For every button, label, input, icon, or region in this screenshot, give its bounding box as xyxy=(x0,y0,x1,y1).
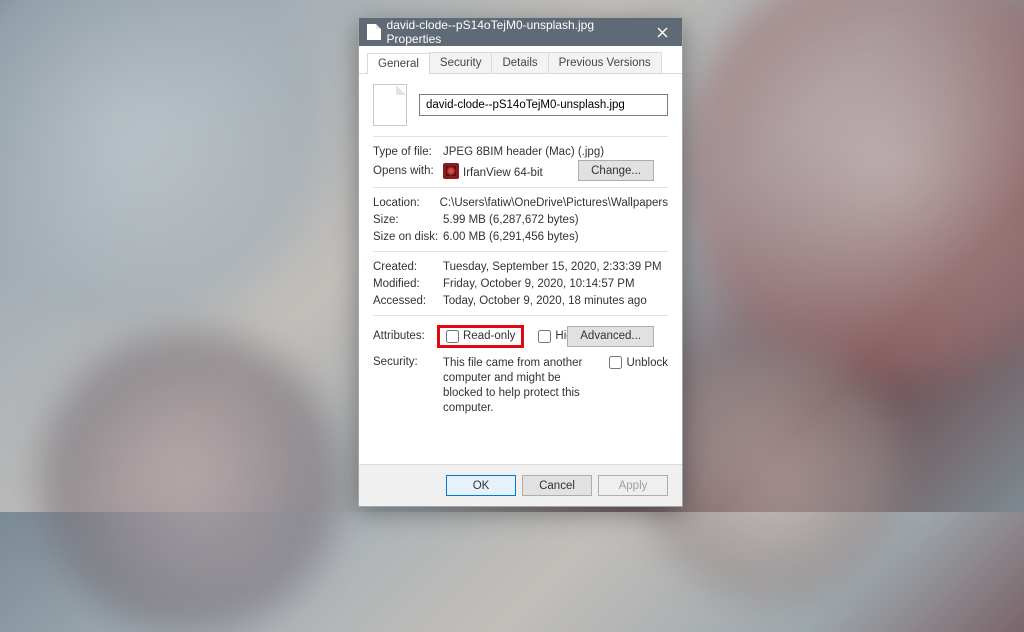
readonly-highlight: Read-only xyxy=(437,325,524,348)
file-type-icon xyxy=(373,84,407,126)
tab-security[interactable]: Security xyxy=(429,52,493,73)
value-location: C:\Users\fatiw\OneDrive\Pictures\Wallpap… xyxy=(440,197,668,209)
tab-details[interactable]: Details xyxy=(491,52,548,73)
tabstrip: General Security Details Previous Versio… xyxy=(359,46,682,74)
advanced-button[interactable]: Advanced... xyxy=(567,326,654,347)
apply-button[interactable]: Apply xyxy=(598,475,668,496)
unblock-label: Unblock xyxy=(626,357,668,369)
label-security: Security: xyxy=(373,356,443,368)
tab-content: Type of file: JPEG 8BIM header (Mac) (.j… xyxy=(359,74,682,422)
label-typeoffile: Type of file: xyxy=(373,146,443,158)
filename-input[interactable] xyxy=(419,94,668,116)
readonly-checkbox[interactable] xyxy=(446,330,459,343)
window-title: david-clode--pS14oTejM0-unsplash.jpg Pro… xyxy=(387,18,644,46)
value-sizeondisk: 6.00 MB (6,291,456 bytes) xyxy=(443,231,668,243)
value-typeoffile: JPEG 8BIM header (Mac) (.jpg) xyxy=(443,146,668,158)
value-size: 5.99 MB (6,287,672 bytes) xyxy=(443,214,668,226)
file-icon xyxy=(367,24,381,40)
unblock-checkbox[interactable] xyxy=(609,356,622,369)
ok-button[interactable]: OK xyxy=(446,475,516,496)
titlebar[interactable]: david-clode--pS14oTejM0-unsplash.jpg Pro… xyxy=(359,18,682,46)
properties-dialog: david-clode--pS14oTejM0-unsplash.jpg Pro… xyxy=(358,17,683,507)
label-created: Created: xyxy=(373,261,443,273)
tab-general[interactable]: General xyxy=(367,53,430,74)
label-size: Size: xyxy=(373,214,443,226)
dialog-footer: OK Cancel Apply xyxy=(359,464,682,506)
readonly-label: Read-only xyxy=(463,330,515,342)
security-text: This file came from another computer and… xyxy=(443,356,593,416)
label-accessed: Accessed: xyxy=(373,295,443,307)
close-button[interactable] xyxy=(643,18,682,46)
close-icon xyxy=(657,27,668,38)
change-button[interactable]: Change... xyxy=(578,160,654,181)
label-location: Location: xyxy=(373,197,440,209)
value-created: Tuesday, September 15, 2020, 2:33:39 PM xyxy=(443,261,668,273)
hidden-checkbox[interactable] xyxy=(538,330,551,343)
irfanview-icon xyxy=(443,163,459,179)
value-modified: Friday, October 9, 2020, 10:14:57 PM xyxy=(443,278,668,290)
value-accessed: Today, October 9, 2020, 18 minutes ago xyxy=(443,295,668,307)
cancel-button[interactable]: Cancel xyxy=(522,475,592,496)
label-openswith: Opens with: xyxy=(373,165,443,177)
tab-previous-versions[interactable]: Previous Versions xyxy=(548,52,662,73)
label-sizeondisk: Size on disk: xyxy=(373,231,443,243)
label-modified: Modified: xyxy=(373,278,443,290)
label-attributes: Attributes: xyxy=(373,330,443,342)
